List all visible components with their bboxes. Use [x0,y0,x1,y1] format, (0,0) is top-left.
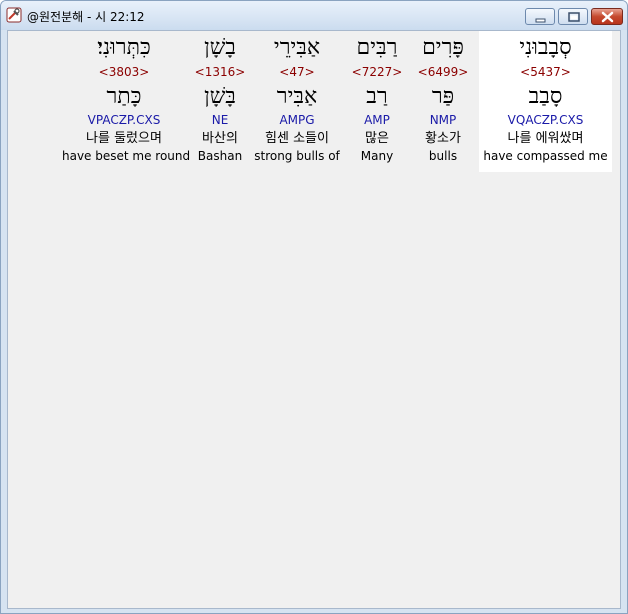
title-bar[interactable]: @원전분해 - 시 22:12 [1,1,627,30]
korean-gloss: 많은 [365,131,389,146]
strongs-number[interactable]: <6499> [412,65,474,79]
strongs-number[interactable]: <7227> [346,65,408,79]
word-column[interactable]: רַבִּים <7227> רַב AMP 많은 Many [346,31,408,172]
close-button[interactable] [591,8,623,25]
english-gloss: bulls [428,149,458,163]
hebrew-word: אַבִּירֵי [273,35,321,60]
strongs-number[interactable]: <5437> [479,65,612,79]
english-gloss: Bashan [197,149,243,163]
hebrew-word: בָשָׁן [204,35,236,60]
word-column[interactable]: בָשָׁן <1316> בָּשָׁן NE 바산의 Bashan [188,31,252,172]
korean-gloss: 황소가 [425,131,461,146]
hebrew-word: סְבָבוּנִי [519,35,572,60]
morphology-code[interactable]: VPACZP.CXS [62,113,186,127]
english-gloss: strong bulls of [254,149,340,163]
word-column[interactable]: אַבִּירֵי <47> אַבִּיר AMPG 힘센 소들이 stron… [254,31,340,172]
window-title: @원전분해 - 시 22:12 [27,10,145,24]
hebrew-word: כִּתְּרוּנִי׃ [97,35,151,60]
morphology-code[interactable]: AMP [346,113,408,127]
korean-gloss: 나를 둘렀으며 [86,131,162,146]
hebrew-lemma: כָּתַר [106,84,142,109]
morphology-code[interactable]: AMPG [254,113,340,127]
minimize-icon [535,18,546,23]
hebrew-lemma: פַּר [431,84,455,109]
app-window: @원전분해 - 시 22:12 כִּתְּרוּנִי׃ <3803> כָּ… [0,0,628,614]
verse-analysis-panel: כִּתְּרוּנִי׃ <3803> כָּתַר VPACZP.CXS 나… [7,30,621,609]
morphology-code[interactable]: NMP [412,113,474,127]
hebrew-word: רַבִּים [356,35,398,60]
word-column[interactable]: כִּתְּרוּנִי׃ <3803> כָּתַר VPACZP.CXS 나… [62,31,191,172]
korean-gloss: 바산의 [202,131,238,146]
korean-gloss: 나를 에워쌌며 [507,131,584,146]
morphology-code[interactable]: VQACZP.CXS [479,113,612,127]
maximize-button[interactable] [558,8,588,25]
english-gloss: have compassed me [483,149,608,163]
word-column-selected[interactable]: סְבָבוּנִי <5437> סָבַב VQACZP.CXS 나를 에워… [479,31,612,172]
strongs-number[interactable]: <47> [254,65,340,79]
hebrew-lemma: סָבַב [528,84,563,109]
close-icon [601,11,614,23]
minimize-button[interactable] [525,8,555,25]
hebrew-lemma: בָּשָׁן [204,84,236,109]
maximize-icon [568,12,580,22]
strongs-number[interactable]: <3803> [62,65,186,79]
english-gloss: have beset me round [62,149,191,163]
korean-gloss: 힘센 소들이 [265,131,329,146]
hebrew-lemma: אַבִּיר [276,84,318,109]
hebrew-lemma: רַב [366,84,388,109]
word-column[interactable]: פָּרִים <6499> פַּר NMP 황소가 bulls [412,31,474,172]
english-gloss: Many [360,149,394,163]
morphology-code[interactable]: NE [188,113,252,127]
hebrew-word: פָּרִים [422,35,464,60]
strongs-number[interactable]: <1316> [188,65,252,79]
tools-app-icon [6,7,22,23]
